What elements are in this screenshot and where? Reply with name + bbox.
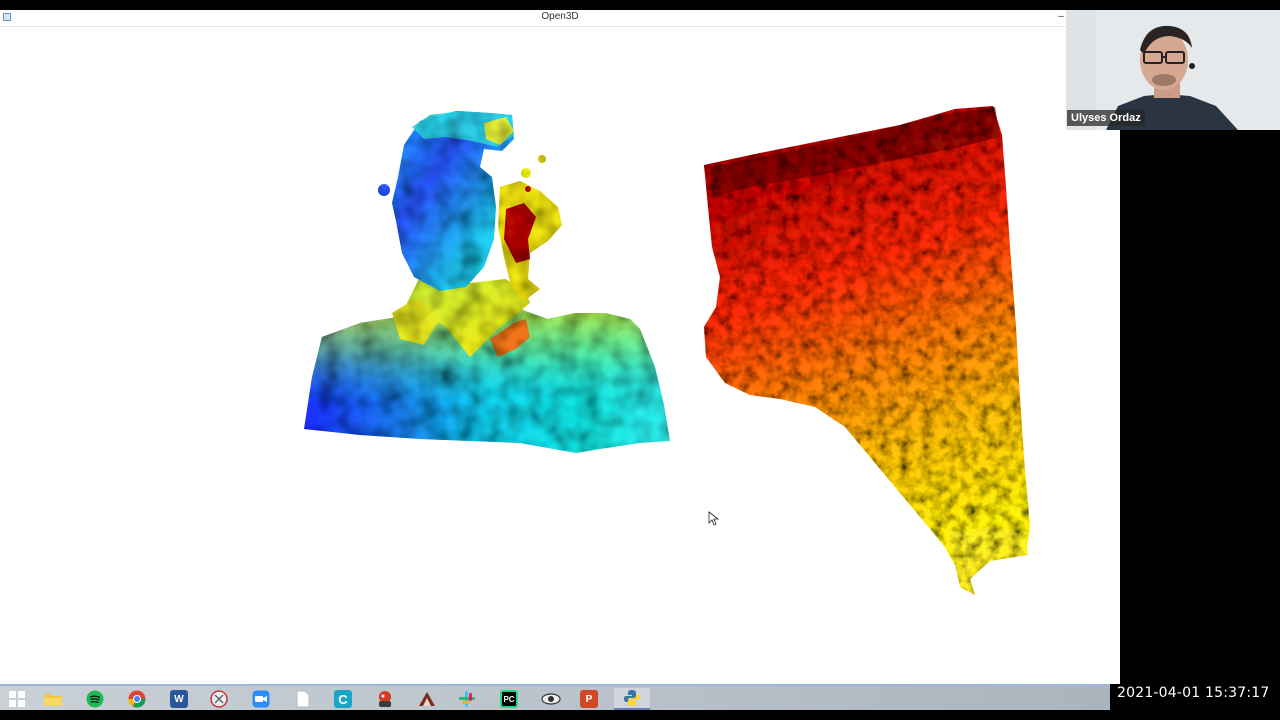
powerpoint-icon[interactable]: P: [574, 688, 604, 710]
person-fragment-b: [521, 168, 531, 178]
top-letterbox: [0, 0, 1280, 10]
sketch-tool-icon[interactable]: [412, 688, 442, 710]
windows-taskbar: W C PC P: [0, 684, 1110, 712]
pycharm-icon[interactable]: PC: [494, 688, 524, 710]
ccleaner-icon[interactable]: C: [328, 688, 358, 710]
zoom-icon[interactable]: [246, 688, 276, 710]
slack-icon[interactable]: [452, 688, 482, 710]
point-cloud-person[interactable]: [304, 111, 670, 453]
open3d-window: Open3D –: [0, 10, 1120, 686]
window-titlebar[interactable]: Open3D –: [0, 10, 1120, 27]
snipping-tool-icon[interactable]: [204, 688, 234, 710]
surface-yellow-tip: [950, 527, 1028, 595]
person-fragment-c: [538, 155, 546, 163]
video-participant-tile[interactable]: Ulyses Ordaz: [1066, 10, 1280, 130]
file-explorer-icon[interactable]: [38, 688, 68, 710]
spotify-icon[interactable]: [80, 688, 110, 710]
video-panel-background: [1120, 130, 1280, 686]
recording-timestamp: 2021-04-01 15:37:17: [1117, 685, 1270, 701]
chrome-icon[interactable]: [122, 688, 152, 710]
bottom-letterbox: [0, 710, 1110, 720]
windows-start-icon[interactable]: [2, 688, 32, 710]
blank-document-icon[interactable]: [288, 688, 318, 710]
point-cloud-surface[interactable]: [704, 106, 1030, 595]
person-fragment-a: [378, 184, 390, 196]
game-icon[interactable]: [370, 688, 400, 710]
mouse-cursor-icon: [708, 511, 720, 526]
3d-viewport[interactable]: [0, 27, 1120, 686]
window-title: Open3D: [541, 11, 579, 22]
word-icon[interactable]: W: [164, 688, 194, 710]
participant-name-label: Ulyses Ordaz: [1067, 110, 1145, 126]
eye-app-icon[interactable]: [536, 688, 566, 710]
python-icon[interactable]: [614, 688, 650, 710]
person-fragment-d: [525, 186, 531, 192]
